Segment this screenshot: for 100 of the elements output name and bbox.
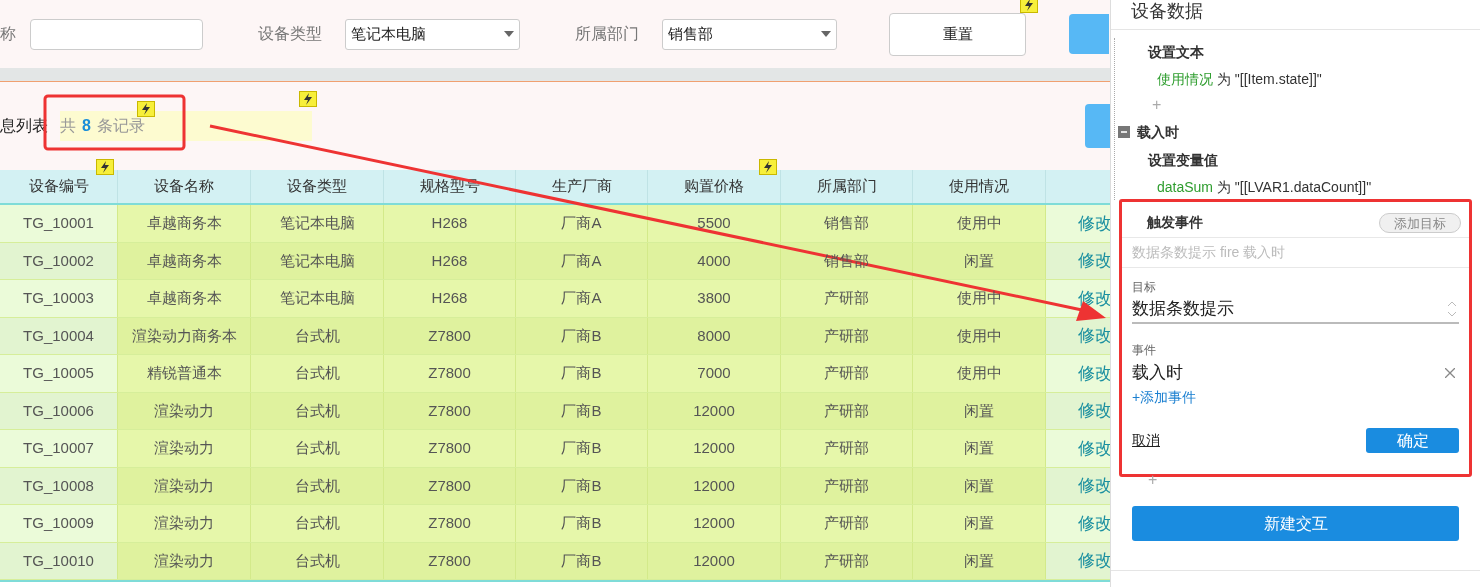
column-header: 设备类型 bbox=[251, 170, 384, 203]
table-cell: TG_10001 bbox=[0, 205, 118, 242]
interaction-summary: 数据条数提示 fire 载入时 bbox=[1132, 243, 1286, 262]
table-cell: 台式机 bbox=[251, 317, 384, 354]
table-cell: 厂商B bbox=[516, 430, 648, 467]
event-label: 载入时 bbox=[1137, 122, 1179, 142]
table-cell: 12000 bbox=[648, 430, 781, 467]
table-cell: 厂商B bbox=[516, 505, 648, 542]
close-icon[interactable] bbox=[1445, 368, 1455, 378]
table-cell: Z7800 bbox=[384, 505, 516, 542]
table-cell: 卓越商务本 bbox=[118, 280, 251, 317]
panel-title: 设备数据 bbox=[1131, 0, 1203, 22]
action-detail: dataSum 为 "[[LVAR1.dataCount]]" bbox=[1157, 177, 1372, 197]
table-cell: 厂商B bbox=[516, 467, 648, 504]
table-cell: 闲置 bbox=[913, 467, 1046, 504]
table-cell: Z7800 bbox=[384, 542, 516, 579]
table-cell: H268 bbox=[384, 280, 516, 317]
table-cell: 产研部 bbox=[781, 542, 913, 579]
action-button[interactable] bbox=[1069, 14, 1109, 54]
table-cell: 卓越商务本 bbox=[118, 242, 251, 279]
collapse-icon[interactable] bbox=[1118, 126, 1130, 138]
table-cell: 4000 bbox=[648, 242, 781, 279]
input-field[interactable] bbox=[30, 18, 203, 50]
table-cell: 渲染动力 bbox=[118, 430, 251, 467]
table-cell: 使用中 bbox=[913, 280, 1046, 317]
dropdown[interactable]: 销售部 bbox=[662, 18, 837, 50]
add-action[interactable]: + bbox=[1152, 93, 1162, 117]
event-value: 载入时 bbox=[1132, 362, 1183, 385]
table-cell: 厂商A bbox=[516, 280, 648, 317]
lightning-icon bbox=[759, 159, 777, 175]
action-button[interactable] bbox=[1085, 104, 1110, 148]
table-cell: 厂商B bbox=[516, 355, 648, 392]
table-cell: 产研部 bbox=[781, 355, 913, 392]
caret-icon bbox=[821, 31, 831, 37]
table-cell: 闲置 bbox=[913, 392, 1046, 429]
table-cell: 渲染动力商务本 bbox=[118, 317, 251, 354]
table-cell: 12000 bbox=[648, 392, 781, 429]
table-cell: 闲置 bbox=[913, 505, 1046, 542]
table-cell: Z7800 bbox=[384, 430, 516, 467]
table-cell: 12000 bbox=[648, 505, 781, 542]
field-label: 目标 bbox=[1132, 279, 1157, 296]
chevron-up-down-icon bbox=[1447, 299, 1457, 319]
table-cell: 厂商A bbox=[516, 242, 648, 279]
table-cell: 产研部 bbox=[781, 280, 913, 317]
table-cell: 产研部 bbox=[781, 505, 913, 542]
table-cell: 产研部 bbox=[781, 467, 913, 504]
table-cell: 厂商A bbox=[516, 205, 648, 242]
table-cell: 产研部 bbox=[781, 430, 913, 467]
action-label: 设置变量值 bbox=[1148, 150, 1218, 170]
table-cell: 产研部 bbox=[781, 317, 913, 354]
table-cell: 渲染动力 bbox=[118, 505, 251, 542]
lightning-icon bbox=[137, 101, 155, 117]
field-label: 设备类型 bbox=[258, 24, 322, 44]
lightning-icon bbox=[96, 159, 114, 175]
target-select[interactable]: 数据条数提示 bbox=[1132, 296, 1459, 324]
record-count-area: 共 8 条记录 bbox=[60, 111, 312, 141]
confirm-button[interactable]: 确定 bbox=[1366, 428, 1459, 453]
dropdown[interactable]: 笔记本电脑 bbox=[345, 18, 520, 50]
table-cell: Z7800 bbox=[384, 355, 516, 392]
table-cell: 5500 bbox=[648, 205, 781, 242]
table-cell: TG_10008 bbox=[0, 467, 118, 504]
table-cell: 闲置 bbox=[913, 430, 1046, 467]
add-event-link[interactable]: +添加事件 bbox=[1132, 387, 1197, 408]
column-header: 设备名称 bbox=[118, 170, 251, 203]
table-cell: 笔记本电脑 bbox=[251, 205, 384, 242]
table-cell: 厂商B bbox=[516, 317, 648, 354]
lightning-icon bbox=[1020, 0, 1038, 13]
table-cell: 渲染动力 bbox=[118, 467, 251, 504]
table-cell: 台式机 bbox=[251, 355, 384, 392]
table-cell: 8000 bbox=[648, 317, 781, 354]
table-cell: 12000 bbox=[648, 542, 781, 579]
field-label: 事件 bbox=[1132, 342, 1157, 359]
table-cell: TG_10006 bbox=[0, 392, 118, 429]
table-cell: Z7800 bbox=[384, 317, 516, 354]
table-cell: Z7800 bbox=[384, 392, 516, 429]
table-cell: TG_10007 bbox=[0, 430, 118, 467]
table-cell: 笔记本电脑 bbox=[251, 280, 384, 317]
table-cell: 精锐普通本 bbox=[118, 355, 251, 392]
reset-button[interactable]: 重置 bbox=[889, 12, 1026, 56]
table-cell: H268 bbox=[384, 205, 516, 242]
field-label: 称 bbox=[0, 24, 16, 44]
column-header: 使用情况 bbox=[913, 170, 1046, 203]
new-interaction-button[interactable]: 新建交互 bbox=[1132, 506, 1459, 541]
table-cell: 渲染动力 bbox=[118, 542, 251, 579]
editor-title: 触发事件 bbox=[1147, 213, 1203, 232]
table-cell: TG_10009 bbox=[0, 505, 118, 542]
field-label: 所属部门 bbox=[575, 24, 639, 44]
table-cell: H268 bbox=[384, 242, 516, 279]
cancel-link[interactable]: 取消 bbox=[1132, 430, 1160, 451]
table-cell: 产研部 bbox=[781, 392, 913, 429]
add-target-button[interactable]: 添加目标 bbox=[1379, 212, 1461, 233]
action-detail: 使用情况 为 "[[Item.state]]" bbox=[1157, 69, 1322, 89]
table-cell: 台式机 bbox=[251, 505, 384, 542]
caret-icon bbox=[504, 31, 514, 37]
table-cell: TG_10003 bbox=[0, 280, 118, 317]
table-cell: TG_10010 bbox=[0, 542, 118, 579]
table-cell: 闲置 bbox=[913, 542, 1046, 579]
table-cell: 3800 bbox=[648, 280, 781, 317]
table-cell: 使用中 bbox=[913, 205, 1046, 242]
table-cell: 台式机 bbox=[251, 392, 384, 429]
